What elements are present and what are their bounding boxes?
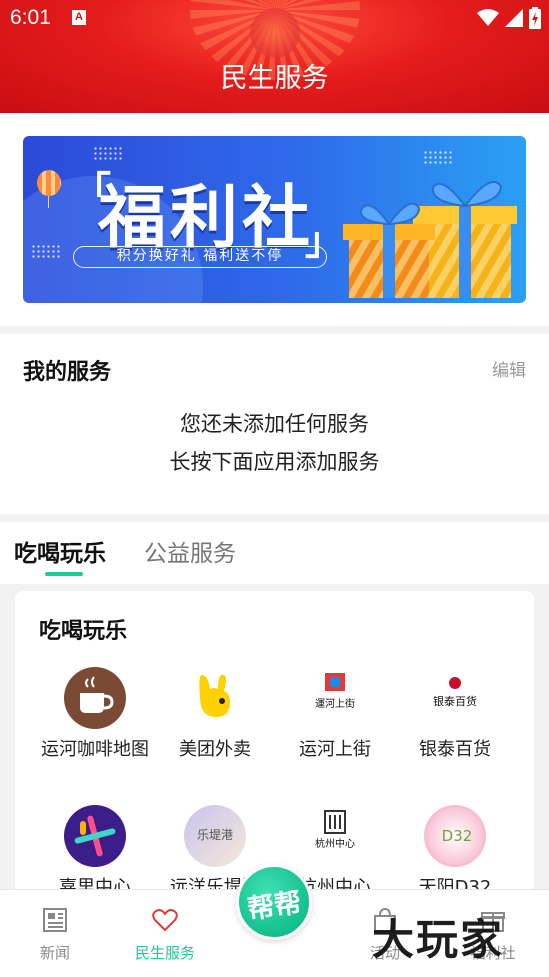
app-label: 运河上街 [299, 739, 371, 760]
svg-text:D32: D32 [442, 827, 473, 845]
yintai-logo: 银泰百货 [424, 667, 486, 729]
my-services-section: 我的服务 编辑 您还未添加任何服务 长按下面应用添加服务 [0, 334, 549, 514]
empty-services-hint: 长按下面应用添加服务 [169, 450, 380, 474]
hangzhou-center-logo: 杭州中心 [304, 805, 366, 867]
category-tabs: 吃喝玩乐 公益服务 [0, 522, 549, 584]
nav-label: 民生服务 [134, 944, 195, 962]
svg-text:银泰百货: 银泰百货 [433, 694, 477, 708]
notification-icon: A [72, 10, 86, 25]
app-yintai-department-store[interactable]: 银泰百货 银泰百货 [395, 667, 515, 763]
svg-text:杭州中心: 杭州中心 [315, 837, 355, 850]
dots-decoration [31, 244, 61, 258]
fulishe-banner[interactable]: 「 」 福利社 积分换好礼 福利送不停 [23, 136, 526, 303]
kerry-centre-logo [64, 805, 126, 867]
wifi-icon [477, 9, 499, 26]
gift-box-icon [343, 181, 517, 298]
signal-icon [505, 9, 523, 27]
edit-button[interactable]: 编辑 [492, 356, 526, 381]
svg-text:乐堤港: 乐堤港 [197, 828, 233, 842]
watermark: 大玩家 [372, 915, 505, 964]
heart-icon [152, 909, 178, 932]
active-tab-indicator [45, 572, 83, 576]
page-title: 民生服务 [220, 63, 329, 94]
header-bar: 6:01 A 民生服务 [0, 0, 549, 113]
status-icons [477, 6, 541, 30]
banner-slogan: 积分换好礼 福利送不停 [73, 246, 327, 268]
status-bar: 6:01 A [0, 0, 549, 36]
empty-services-message: 您还未添加任何服务 [180, 412, 369, 436]
bangbang-label: 帮帮 [245, 887, 304, 926]
balloon-string [48, 196, 49, 208]
nav-label: 新闻 [39, 944, 70, 962]
dots-decoration [423, 150, 453, 164]
bangbang-center-button[interactable]: 帮帮 [236, 864, 312, 940]
app-yunhe-shangjie[interactable]: 運河上街 运河上街 [275, 667, 395, 763]
tab-gongyi-fuwu[interactable]: 公益服务 [144, 534, 236, 568]
dots-decoration [93, 146, 123, 160]
app-yunhe-coffee-map[interactable]: 运河咖啡地图 [35, 667, 155, 763]
app-tianyang-d32[interactable]: D32 天阳D32 [395, 805, 515, 901]
balloon-icon [37, 170, 61, 196]
banner-section: 「 」 福利社 积分换好礼 福利送不停 [0, 113, 549, 326]
my-services-title: 我的服务 [23, 360, 112, 385]
section-title: 吃喝玩乐 [39, 619, 128, 644]
app-label: 运河咖啡地图 [41, 739, 149, 760]
app-label: 银泰百货 [419, 739, 491, 760]
coffee-cup-icon [64, 667, 126, 729]
app-label: 美团外卖 [179, 739, 251, 760]
sino-ocean-logo: 乐堤港 [184, 805, 246, 867]
nav-item-news[interactable]: 新闻 [10, 906, 100, 963]
yunhe-shangjie-logo: 運河上街 [304, 667, 366, 729]
news-icon [43, 908, 67, 932]
nav-item-minsheng-fuwu[interactable]: 民生服务 [120, 906, 210, 963]
tianyang-d32-logo: D32 [424, 805, 486, 867]
battery-icon [529, 7, 541, 29]
app-kerry-centre[interactable]: 嘉里中心 [35, 805, 155, 901]
app-meituan-waimai[interactable]: 美团外卖 [155, 667, 275, 763]
status-time: 6:01 [10, 6, 51, 29]
svg-text:運河上街: 運河上街 [315, 697, 355, 710]
tab-chihe-wanle[interactable]: 吃喝玩乐 [14, 534, 106, 568]
meituan-rabbit-icon [184, 667, 246, 729]
